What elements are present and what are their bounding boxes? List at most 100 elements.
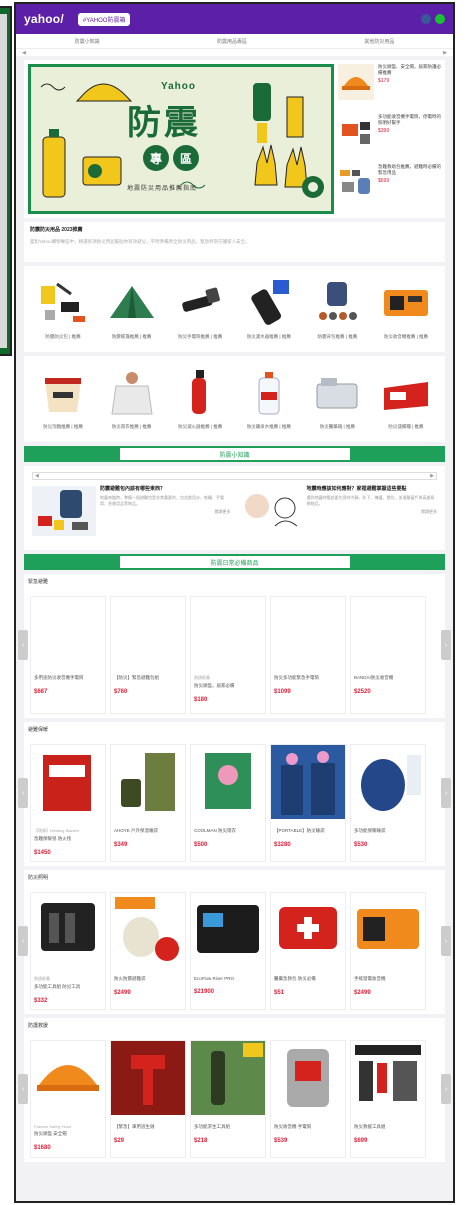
read-more-link[interactable]: 閱讀更多 bbox=[307, 509, 437, 515]
helmet-thumb-icon bbox=[338, 64, 374, 100]
scroll-left-icon[interactable]: ◀ bbox=[22, 50, 26, 56]
category-caption: 防災儲備糧 | 推薦 bbox=[388, 424, 424, 429]
tent-icon bbox=[109, 286, 154, 318]
backpack-icon bbox=[319, 282, 358, 320]
product-name: 防災救援工具組 bbox=[354, 1124, 386, 1129]
facebook-icon[interactable] bbox=[421, 14, 431, 24]
product-price: $500 bbox=[194, 842, 208, 848]
hero-brand: Yahoo bbox=[161, 81, 197, 92]
product-name: 急難保暖毯 防火毯 bbox=[34, 836, 72, 841]
product-price: $29 bbox=[114, 1138, 125, 1144]
carousel-prev-button[interactable]: ‹ bbox=[18, 1074, 28, 1104]
side-item-text: 急難救助包推薦，避難時必備的緊急用品 bbox=[378, 164, 441, 175]
subnav-item[interactable]: 其他防災用品 bbox=[364, 38, 394, 45]
knowledge-article[interactable]: 防震避難包內該有哪些東西？ 地震來臨時，準備一個避難包是非常重要的，包含飲用水、… bbox=[32, 486, 231, 536]
raincoat-product-icon bbox=[191, 745, 265, 819]
carousel-next-button[interactable]: › bbox=[441, 926, 451, 956]
product-name: EcoFlow River PRO bbox=[194, 976, 235, 981]
category-item[interactable]: 防災濾水器推薦 | 推薦 bbox=[236, 272, 302, 346]
scroll-left-icon[interactable]: ◀ bbox=[35, 473, 39, 479]
left-frame bbox=[0, 0, 12, 1205]
product-card[interactable]: 防火防震避難袋 $2499 bbox=[110, 892, 186, 1010]
product-card[interactable]: 多功能保暖睡袋 $530 bbox=[350, 744, 426, 862]
scroll-strip[interactable]: ◀ ▶ bbox=[16, 48, 453, 56]
subnav-item[interactable]: 防震小知識 bbox=[75, 38, 100, 45]
product-card[interactable]: EcoFlow River PRO $21900 bbox=[190, 892, 266, 1010]
product-card[interactable]: 熱銷推薦 多功能工具組 防災工具 $332 bbox=[30, 892, 106, 1010]
tool-kit-product-icon bbox=[31, 893, 105, 967]
category-item[interactable]: 防災滅火器推薦 | 推薦 bbox=[167, 362, 233, 436]
side-item[interactable]: 防災頭盔、安全帽，居家防護必備推薦 $179 bbox=[338, 64, 441, 108]
product-card[interactable]: 多用途防災收音機手電筒 $687 bbox=[30, 596, 106, 714]
category-item[interactable]: 防災礦泉水推薦 | 推薦 bbox=[236, 362, 302, 436]
yahoo-logo[interactable]: yahoo/ bbox=[24, 12, 64, 26]
hero-banner[interactable]: Yahoo 防震 專 區 地震防災用品推薦指南 bbox=[28, 64, 334, 214]
category-item[interactable]: 防災儲備糧 | 推薦 bbox=[373, 362, 439, 436]
category-item[interactable]: 防災雨衣推薦 | 推薦 bbox=[99, 362, 165, 436]
right-gutter bbox=[458, 0, 469, 1205]
product-card[interactable]: 多功能求生工具組 $218 bbox=[190, 1040, 266, 1158]
product-image-placeholder bbox=[271, 597, 345, 671]
product-card[interactable]: BANDAI防災收音機 $2520 bbox=[350, 596, 426, 714]
carousel-next-button[interactable]: › bbox=[441, 778, 451, 808]
product-card[interactable]: 【PORTABLE】防災睡袋 $3280 bbox=[270, 744, 346, 862]
product-price: $2499 bbox=[114, 990, 131, 996]
product-card[interactable]: 手搖發電收音機 $2499 bbox=[350, 892, 426, 1010]
product-image-placeholder bbox=[111, 597, 185, 671]
subnav-item[interactable]: 防震用品專區 bbox=[217, 38, 247, 45]
category-item[interactable]: 防災泡麵推薦 | 推薦 bbox=[30, 362, 96, 436]
carousel-next-button[interactable]: › bbox=[441, 1074, 451, 1104]
badge-char: 專 bbox=[143, 145, 169, 171]
product-card[interactable]: 【防災】緊急避難包組 $760 bbox=[110, 596, 186, 714]
product-card[interactable]: 【緊急】車用逃生錘 $29 bbox=[110, 1040, 186, 1158]
sub-nav: 防震小知識 防震用品專區 其他防災用品 bbox=[16, 34, 453, 48]
product-name: 醫藥急救包 防災必備 bbox=[274, 976, 316, 981]
product-card[interactable]: AHOYE 戶外保溫睡袋 $349 bbox=[110, 744, 186, 862]
product-card[interactable]: 防災救援工具組 $699 bbox=[350, 1040, 426, 1158]
knowledge-article[interactable]: 地震時應該如何應對？家裡避難掌握這些要點 遇到地震時應該要先保持冷靜，趴下、掩護… bbox=[238, 486, 437, 536]
side-item[interactable]: 多功能收音機手電筒，停電時的照明好幫手 $399 bbox=[338, 114, 441, 158]
category-row-2: 防災泡麵推薦 | 推薦 防災雨衣推薦 | 推薦 防災滅火器推薦 | 推薦 防災礦… bbox=[24, 356, 445, 442]
knowledge-scroll-strip[interactable]: ◀ ▶ bbox=[32, 472, 437, 480]
medkit-icon bbox=[316, 378, 358, 409]
category-item[interactable]: 防震帳篷推薦 | 推薦 bbox=[99, 272, 165, 346]
product-card[interactable]: 【現貨】Welding Blanket 急難保暖毯 防火毯 $1450 bbox=[30, 744, 106, 862]
read-more-link[interactable]: 閱讀更多 bbox=[100, 509, 231, 515]
scroll-right-icon[interactable]: ▶ bbox=[443, 50, 447, 56]
product-image-placeholder bbox=[191, 597, 265, 671]
product-tag: 熱銷推薦 bbox=[34, 976, 50, 981]
category-item[interactable]: 防災醫藥箱 | 推薦 bbox=[304, 362, 370, 436]
article-title: 防震避難包內該有哪些東西？ bbox=[100, 486, 166, 492]
product-card[interactable]: 熱銷推薦 防災頭盔，居家必備 $180 bbox=[190, 596, 266, 714]
product-card[interactable]: Fashion Safety Hood 防災頭盔 安全帽 $1680 bbox=[30, 1040, 106, 1158]
line-icon[interactable] bbox=[435, 14, 445, 24]
water-filter-icon bbox=[251, 280, 289, 325]
category-item[interactable]: 防震背包推薦 | 推薦 bbox=[304, 272, 370, 346]
side-item[interactable]: 急難救助包推薦，避難時必備的緊急用品 $699 bbox=[338, 164, 441, 208]
noodle-icon bbox=[45, 378, 81, 412]
category-row-1: 防震防災包 | 推薦 防震帳篷推薦 | 推薦 防災手電筒推薦 | 推薦 防災濾水… bbox=[24, 266, 445, 352]
product-name: COOLMAN 防災雨衣 bbox=[194, 828, 237, 833]
hashtag-pill[interactable]: #YAHOO防震箱 bbox=[77, 12, 131, 26]
product-card[interactable]: 防災收音機 手電筒 $539 bbox=[270, 1040, 346, 1158]
product-card[interactable]: 防災多功能緊急手電筒 $1099 bbox=[270, 596, 346, 714]
product-tag: 【現貨】Welding Blanket bbox=[34, 828, 79, 833]
carousel-prev-button[interactable]: ‹ bbox=[18, 778, 28, 808]
carousel-prev-button[interactable]: ‹ bbox=[18, 630, 28, 660]
carousel-prev-button[interactable]: ‹ bbox=[18, 926, 28, 956]
product-name: 多用途防災收音機手電筒 bbox=[34, 675, 84, 680]
blanket-product-icon bbox=[31, 745, 105, 819]
product-card[interactable]: 醫藥急救包 防災必備 $51 bbox=[270, 892, 346, 1010]
people-sleeping-bag-icon bbox=[271, 745, 345, 819]
category-item[interactable]: 防震防災包 | 推薦 bbox=[30, 272, 96, 346]
rescue-kit-product-icon bbox=[351, 1041, 425, 1115]
scroll-right-icon[interactable]: ▶ bbox=[430, 473, 434, 479]
intro-notice: 防震防災用品 2023推薦 面對Yahoo購物專區中，精選各項防災用品幫助你有效… bbox=[24, 222, 445, 262]
product-name: 防災頭盔，居家必備 bbox=[194, 683, 235, 688]
category-item[interactable]: 防災收音機推薦 | 推薦 bbox=[373, 272, 439, 346]
helmet-product-icon bbox=[31, 1041, 105, 1115]
product-card[interactable]: COOLMAN 防災雨衣 $500 bbox=[190, 744, 266, 862]
section-title: 防災照明 bbox=[28, 875, 49, 881]
category-item[interactable]: 防災手電筒推薦 | 推薦 bbox=[167, 272, 233, 346]
carousel-next-button[interactable]: › bbox=[441, 630, 451, 660]
